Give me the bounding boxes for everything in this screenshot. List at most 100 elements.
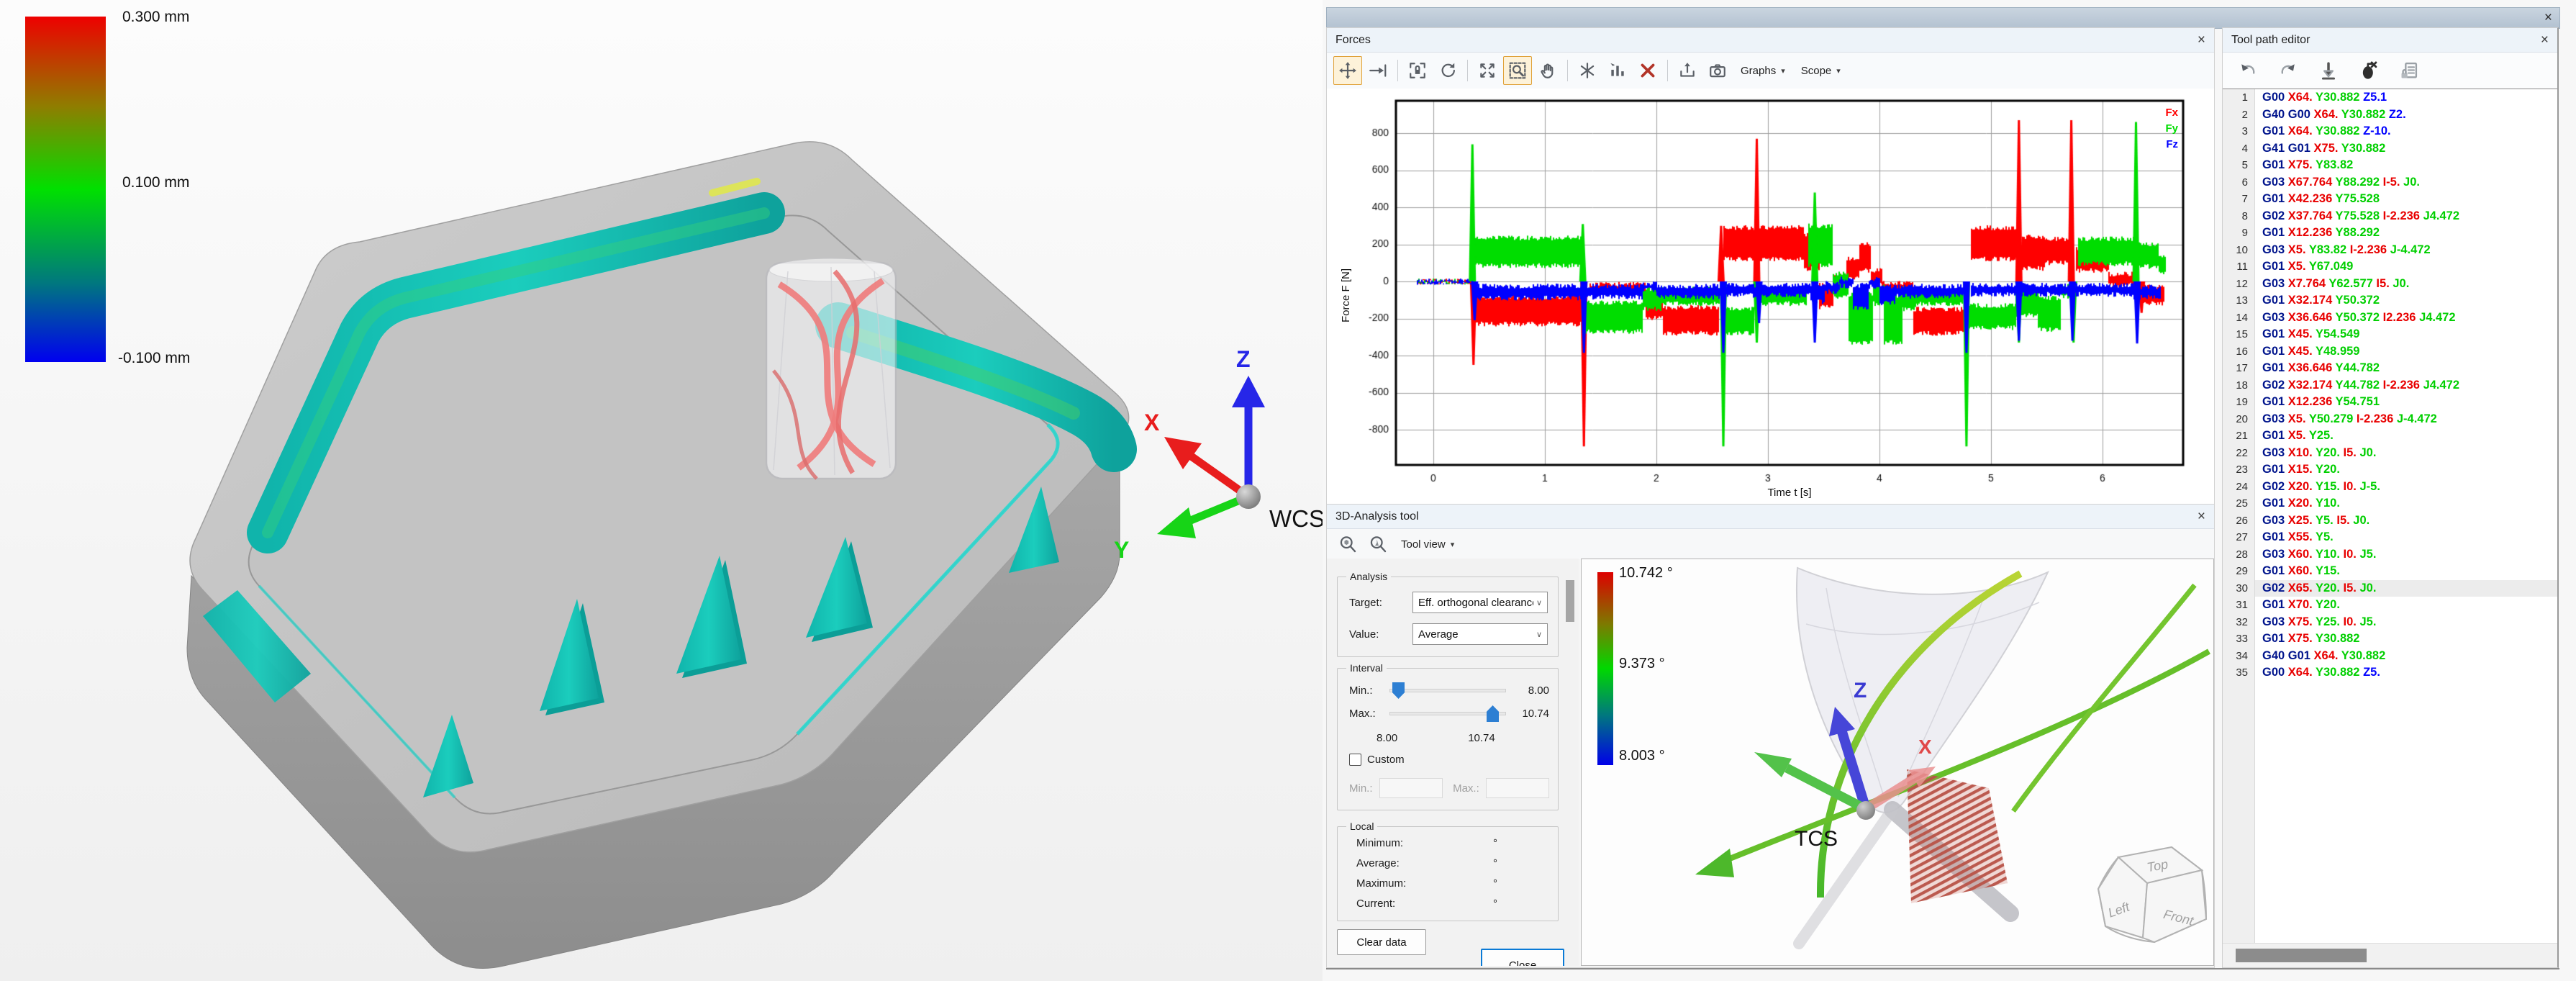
custom-min-label: Min.:: [1349, 782, 1379, 795]
gcode-line[interactable]: 7G01 X42.236 Y75.528: [2223, 191, 2557, 208]
gcode-line[interactable]: 19G01 X12.236 Y54.751: [2223, 394, 2557, 411]
zoom-tool-button[interactable]: [1364, 530, 1392, 559]
probe-values-button[interactable]: [1603, 56, 1632, 85]
close-button[interactable]: Close: [1481, 949, 1564, 966]
gcode-line-text: G00 X64. Y30.882 Z5.1: [2254, 91, 2387, 104]
gcode-line[interactable]: 12G03 X7.764 Y62.577 I5. J0.: [2223, 276, 2557, 293]
gcode-line[interactable]: 11G01 X5. Y67.049: [2223, 258, 2557, 276]
gcode-line[interactable]: 25G01 X20. Y10.: [2223, 495, 2557, 512]
min-slider-thumb[interactable]: [1392, 682, 1405, 699]
gcode-line-text: G01 X36.646 Y44.782: [2254, 361, 2380, 375]
custom-max-input[interactable]: [1486, 778, 1549, 798]
analysis-close-icon[interactable]: ×: [2198, 509, 2205, 525]
lock-program-button[interactable]: [2395, 56, 2423, 85]
snapshot-button[interactable]: [1703, 56, 1732, 85]
gcode-line[interactable]: 28G03 X60. Y10. I0. J5.: [2223, 546, 2557, 564]
gcode-line[interactable]: 26G03 X25. Y5. I5. J0.: [2223, 512, 2557, 530]
forces-chart[interactable]: Force F [N] Time t [s] Fx Fy Fz: [1327, 89, 2214, 504]
hand-pan-button[interactable]: [1533, 56, 1562, 85]
target-select[interactable]: Eff. orthogonal clearance ∨: [1412, 592, 1548, 613]
gcode-line-text: G02 X37.764 Y75.528 I-2.236 J4.472: [2254, 209, 2459, 223]
horizontal-scrollbar[interactable]: [2223, 943, 2557, 967]
graphs-dropdown[interactable]: Graphs ▾: [1741, 65, 1785, 77]
custom-min-input[interactable]: [1379, 778, 1443, 798]
gcode-line-text: G01 X12.236 Y54.751: [2254, 395, 2380, 409]
gcode-line[interactable]: 13G01 X32.174 Y50.372: [2223, 292, 2557, 309]
docked-titlebar[interactable]: ×: [1326, 7, 2560, 29]
gcode-line[interactable]: 18G02 X32.174 Y44.782 I-2.236 J4.472: [2223, 377, 2557, 394]
move-tool-button[interactable]: [1333, 56, 1362, 85]
gcode-line-text: G41 G01 X75. Y30.882: [2254, 142, 2385, 155]
gcode-line[interactable]: 35G00 X64. Y30.882 Z5.: [2223, 664, 2557, 682]
gcode-line[interactable]: 32G03 X75. Y25. I0. J5.: [2223, 614, 2557, 631]
gcode-line[interactable]: 17G01 X36.646 Y44.782: [2223, 360, 2557, 377]
gcode-line[interactable]: 29G01 X60. Y15.: [2223, 563, 2557, 580]
gcode-line[interactable]: 21G01 X5. Y25.: [2223, 428, 2557, 445]
toolbar-separator: [1667, 60, 1668, 81]
gcode-line[interactable]: 34G40 G01 X64. Y30.882: [2223, 648, 2557, 665]
gcode-line-number: 11: [2223, 261, 2254, 273]
gcode-line-number: 31: [2223, 599, 2254, 611]
max-slider-thumb[interactable]: [1487, 705, 1499, 722]
gcode-line[interactable]: 24G02 X20. Y15. I0. J-5.: [2223, 479, 2557, 496]
gcode-line[interactable]: 6G03 X67.764 Y88.292 I-5. J0.: [2223, 174, 2557, 191]
gcode-line[interactable]: 20G03 X5. Y50.279 I-2.236 J-4.472: [2223, 411, 2557, 428]
gcode-line[interactable]: 16G01 X45. Y48.959: [2223, 343, 2557, 361]
refresh-button[interactable]: [1433, 56, 1462, 85]
analysis-toolbar: Tool view ▾: [1327, 529, 2214, 559]
view-cube[interactable]: Top Left Front: [2098, 847, 2206, 942]
gcode-line-number: 20: [2223, 413, 2254, 425]
scrollbar-thumb[interactable]: [2236, 949, 2367, 962]
gcode-line[interactable]: 15G01 X45. Y54.549: [2223, 326, 2557, 343]
gcode-line-number: 28: [2223, 548, 2254, 561]
gcode-line[interactable]: 30G02 X65. Y20. I5. J0.: [2223, 580, 2557, 597]
gcode-line[interactable]: 10G03 X5. Y83.82 I-2.236 J-4.472: [2223, 242, 2557, 259]
interval-min-slider[interactable]: [1389, 682, 1506, 699]
lock-view-button[interactable]: [1403, 56, 1432, 85]
gcode-line-number: 16: [2223, 345, 2254, 358]
forces-close-icon[interactable]: ×: [2198, 32, 2205, 48]
gcode-line[interactable]: 8G02 X37.764 Y75.528 I-2.236 J4.472: [2223, 208, 2557, 225]
gcode-line[interactable]: 2G40 G00 X64. Y30.882 Z2.: [2223, 107, 2557, 124]
fit-view-button[interactable]: [1473, 56, 1502, 85]
gcode-line[interactable]: 33G01 X75. Y30.882: [2223, 630, 2557, 648]
apply-changes-button[interactable]: [2314, 56, 2343, 85]
interval-max-slider[interactable]: [1389, 705, 1506, 722]
gcode-line[interactable]: 1G00 X64. Y30.882 Z5.1: [2223, 89, 2557, 107]
gcode-line[interactable]: 4G41 G01 X75. Y30.882: [2223, 140, 2557, 158]
scale-mid-label: 0.100 mm: [122, 174, 189, 191]
forces-chart-canvas[interactable]: [1327, 89, 2214, 504]
horizontal-marker-button[interactable]: [1364, 56, 1392, 85]
analysis-scrollbar-thumb[interactable]: [1566, 580, 1574, 622]
gcode-line[interactable]: 3G01 X64. Y30.882 Z-10.: [2223, 123, 2557, 140]
custom-checkbox[interactable]: [1349, 754, 1361, 766]
undo-button[interactable]: [2233, 56, 2262, 85]
toolpath-close-icon[interactable]: ×: [2541, 32, 2549, 48]
value-select[interactable]: Average ∨: [1412, 623, 1548, 645]
zoom-model-button[interactable]: [1333, 530, 1362, 559]
tool-view-dropdown[interactable]: Tool view ▾: [1401, 538, 1454, 551]
clear-chart-button[interactable]: [1633, 56, 1662, 85]
gcode-line-number: 7: [2223, 193, 2254, 205]
machining-3d-viewport[interactable]: Z X Y WCS 0.300 mm 0.100 mm -0.100 mm: [0, 0, 1323, 981]
gcode-line[interactable]: 22G03 X10. Y20. I5. J0.: [2223, 445, 2557, 462]
disable-mouse-edit-button[interactable]: [2354, 56, 2383, 85]
clear-data-button[interactable]: Clear data: [1337, 929, 1426, 955]
gcode-line[interactable]: 5G01 X75. Y83.82: [2223, 157, 2557, 174]
gcode-line[interactable]: 27G01 X55. Y5.: [2223, 529, 2557, 546]
tool-3d-view[interactable]: Z X TCS Top Left Front 10.742 ° 9.373 ° …: [1581, 559, 2214, 966]
gcode-line-text: G03 X75. Y25. I0. J5.: [2254, 615, 2376, 629]
scope-dropdown[interactable]: Scope ▾: [1801, 65, 1841, 77]
gcode-line[interactable]: 31G01 X70. Y20.: [2223, 597, 2557, 614]
gcode-line[interactable]: 23G01 X15. Y20.: [2223, 461, 2557, 479]
range-max-label: 10.74: [1468, 732, 1495, 744]
export-button[interactable]: [1673, 56, 1702, 85]
redo-button[interactable]: [2274, 56, 2303, 85]
titlebar-close-icon[interactable]: ×: [2544, 10, 2552, 26]
zoom-region-button[interactable]: [1503, 56, 1532, 85]
gcode-line[interactable]: 9G01 X12.236 Y88.292: [2223, 225, 2557, 242]
local-average-value: °: [1493, 857, 1497, 869]
gcode-line[interactable]: 14G03 X36.646 Y50.372 I2.236 J4.472: [2223, 309, 2557, 327]
snap-crosshair-button[interactable]: [1573, 56, 1602, 85]
gcode-list[interactable]: 1G00 X64. Y30.882 Z5.12G40 G00 X64. Y30.…: [2223, 89, 2557, 944]
